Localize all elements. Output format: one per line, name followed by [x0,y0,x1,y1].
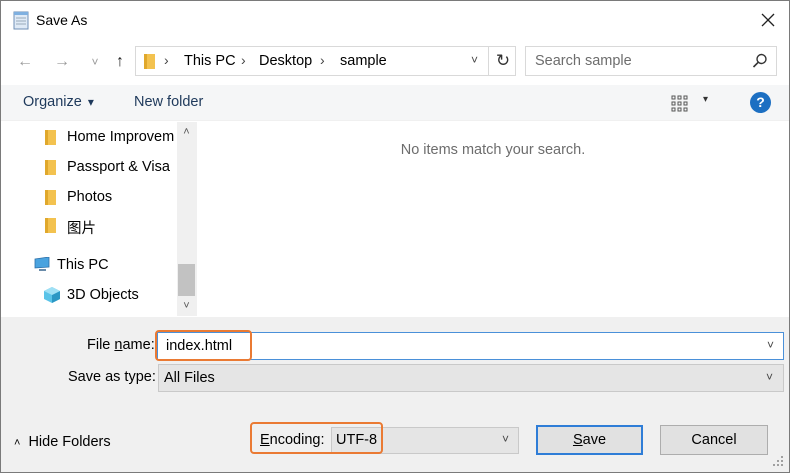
back-button[interactable]: ← [14,51,36,73]
nav-item-label: Passport & Visa [67,159,170,175]
folder-icon [45,190,56,205]
save-button[interactable]: Save [536,425,643,455]
notepad-icon [13,11,29,30]
3d-objects-icon [44,287,60,303]
organize-label: Organize [23,94,82,110]
nav-item-this-pc[interactable]: This PC [33,253,173,279]
address-divider [488,47,489,75]
encoding-label: Encoding: [260,432,325,448]
save-label-part: ave [582,432,607,448]
nav-item-passport-visa[interactable]: Passport & Visa [45,155,177,181]
save-options-panel: File name: ˅ Save as type: All Files ˅ ˄… [1,317,789,472]
nav-item-label: Home Improvem [67,129,175,145]
address-row: ← → ˅ ↑ › This PC › Desktop › sample ˅ ↻ [1,39,789,85]
file-name-label-part: ame: [122,337,155,353]
navigation-pane: Home Improvem Passport & Visa Photos 图片 … [1,122,177,316]
folder-icon [45,160,56,175]
cancel-button[interactable]: Cancel [660,425,768,455]
folder-icon [45,218,56,233]
text-caret [250,337,252,356]
breadcrumb-this-pc[interactable]: This PC [184,53,236,69]
search-icon[interactable] [751,52,769,70]
search-box[interactable]: Search sample [525,46,777,76]
chevron-up-icon: ˄ [14,437,21,449]
file-name-label: File name: [87,337,155,353]
chevron-down-icon: ˅ [766,370,774,384]
file-list[interactable]: No items match your search. [197,122,789,316]
breadcrumb-separator-icon: › [320,52,325,68]
nav-item-3d-objects[interactable]: 3D Objects [43,283,177,309]
address-history-icon[interactable]: ˅ [471,53,478,67]
caret-down-icon: ▾ [87,95,94,109]
save-as-dialog: Save As ← → ˅ ↑ › This PC › Desktop › sa… [0,0,790,473]
file-name-field[interactable]: ˅ [157,332,784,360]
window-title: Save As [36,12,88,28]
forward-arrow-icon: → [54,53,70,70]
breadcrumb-separator-icon: › [164,52,169,68]
nav-item-label: This PC [57,257,109,273]
navigation-scrollbar[interactable]: ˄ ˅ [177,122,196,316]
scroll-down-icon[interactable]: ˅ [177,298,196,314]
nav-item-pictures-cn[interactable]: 图片 [45,213,177,239]
encoding-label-mnemonic: E [260,432,270,448]
breadcrumb-sample[interactable]: sample [340,53,387,69]
view-dropdown-icon[interactable]: ▾ [703,94,708,105]
encoding-label-part: ncoding: [269,432,325,448]
close-button[interactable] [753,5,783,35]
breadcrumb-desktop[interactable]: Desktop [259,53,312,69]
encoding-select[interactable]: UTF-8 ˅ [331,427,519,454]
new-folder-button[interactable]: New folder [134,94,203,110]
search-placeholder: Search sample [535,53,632,69]
up-arrow-icon: ↑ [116,53,124,70]
recent-locations-button[interactable]: ˅ [84,51,106,73]
forward-button[interactable]: → [51,51,73,73]
scrollbar-thumb[interactable] [178,264,195,296]
chevron-down-icon: ˅ [91,55,99,69]
nav-item-home-improvement[interactable]: Home Improvem [45,125,177,151]
save-label-mnemonic: S [572,432,583,448]
chevron-down-icon: ˅ [502,432,510,446]
save-as-type-select[interactable]: All Files ˅ [158,364,784,392]
help-icon[interactable]: ? [750,92,771,113]
file-name-label-part: File [87,337,115,353]
hide-folders-button[interactable]: ˄ Hide Folders [14,434,111,450]
folder-icon [45,130,56,145]
computer-icon [34,257,50,271]
save-as-type-label: Save as type: [68,369,156,385]
view-options-icon[interactable] [671,94,693,112]
breadcrumb-separator-icon: › [241,52,246,68]
encoding-value: UTF-8 [336,432,378,448]
nav-item-label: 3D Objects [67,287,139,303]
empty-results-message: No items match your search. [400,142,586,158]
scroll-up-icon[interactable]: ˄ [177,124,196,140]
up-button[interactable]: ↑ [109,51,131,73]
title-bar: Save As [1,1,789,39]
command-toolbar: Organize ▾ New folder ▾ ? [1,85,789,121]
refresh-icon[interactable]: ↻ [492,50,514,72]
save-as-type-value: All Files [164,370,215,386]
address-bar[interactable]: › This PC › Desktop › sample ˅ ↻ [135,46,516,76]
nav-item-photos[interactable]: Photos [45,185,177,211]
hide-folders-label: Hide Folders [28,434,111,450]
organize-menu[interactable]: Organize ▾ [23,94,94,110]
back-arrow-icon: ← [17,53,33,70]
folder-icon [144,54,155,69]
nav-item-label: Photos [67,189,113,205]
chevron-down-icon[interactable]: ˅ [767,338,774,352]
file-name-input[interactable] [166,336,756,356]
nav-item-label: 图片 [67,221,96,237]
resize-grip-icon[interactable] [771,454,785,468]
close-icon [761,13,775,27]
